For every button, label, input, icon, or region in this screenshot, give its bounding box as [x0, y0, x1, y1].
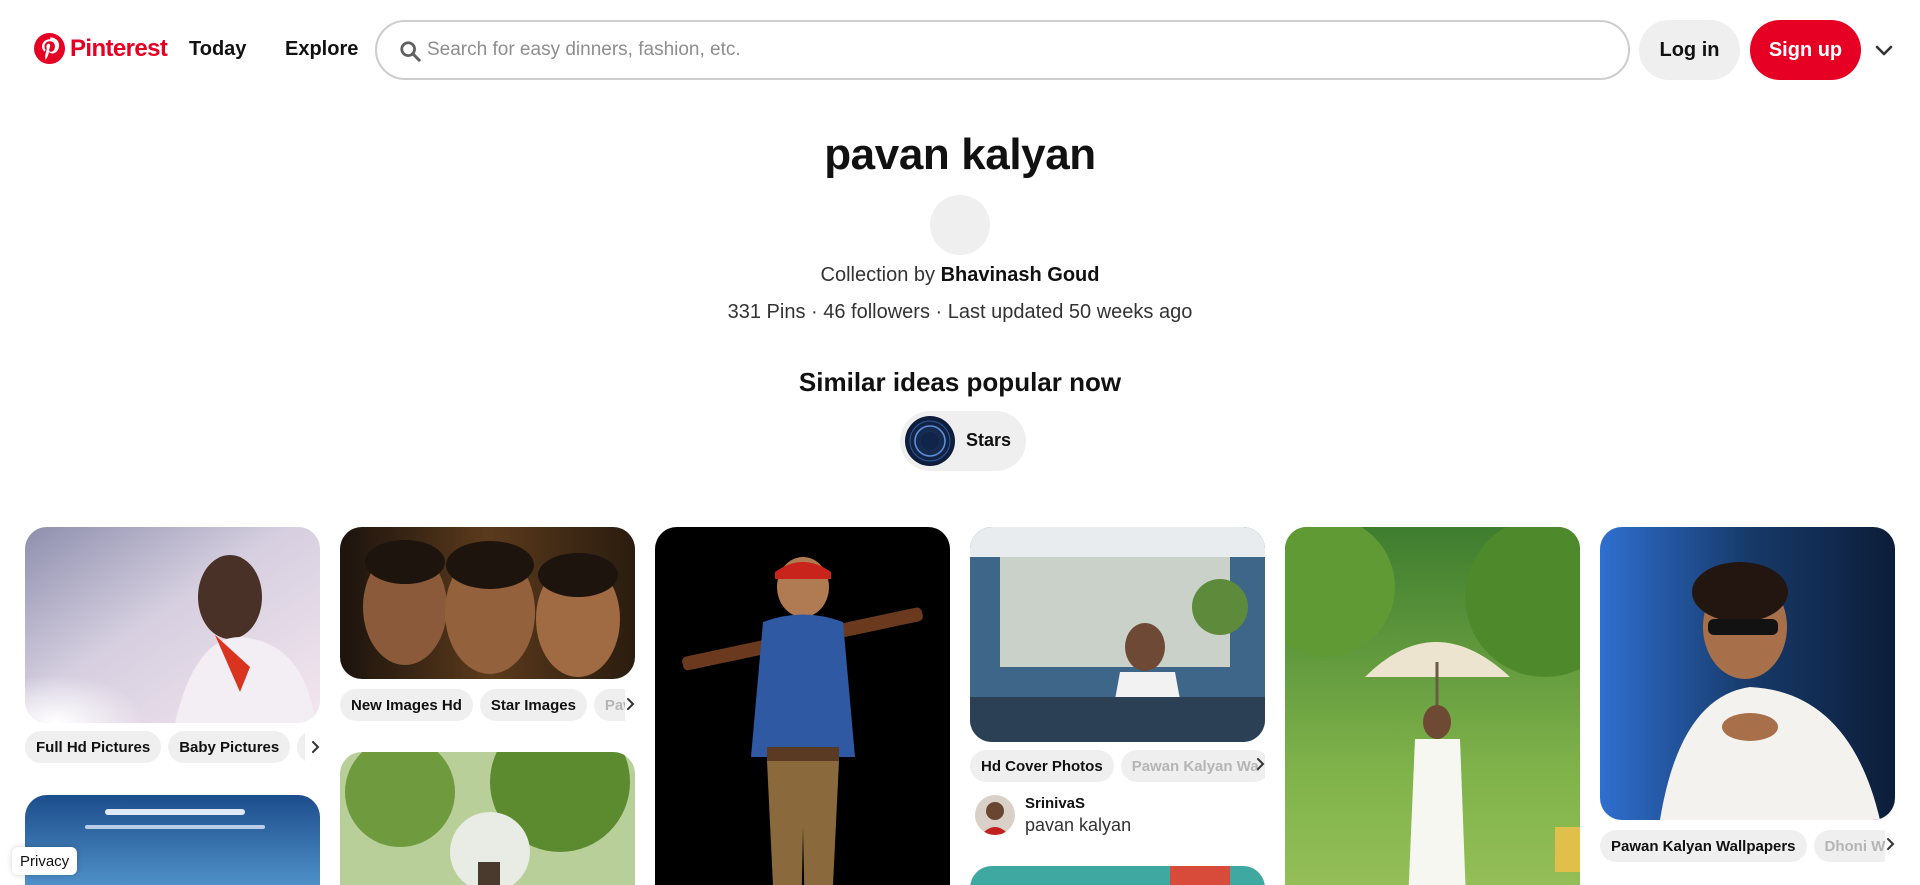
pin-tags: New Images Hd Star Images Paw: [340, 689, 625, 721]
chevron-right-icon[interactable]: [1252, 756, 1268, 772]
pin-tags: Full Hd Pictures Baby Pictures Pa: [25, 731, 305, 763]
chip-label: Stars: [966, 430, 1012, 450]
similar-ideas-heading: Similar ideas popular now: [798, 367, 1122, 397]
privacy-link[interactable]: Privacy: [12, 847, 78, 875]
login-button[interactable]: Log in: [1639, 20, 1740, 80]
search-icon: [400, 41, 421, 62]
owner-name-link[interactable]: Bhavinash Goud: [941, 264, 1100, 286]
chevron-down-icon[interactable]: [1872, 38, 1896, 62]
search-input[interactable]: [427, 22, 1607, 78]
pinner-avatar[interactable]: [975, 795, 1015, 835]
pin-tags: Pawan Kalyan Wallpapers Dhoni W: [1600, 830, 1885, 862]
pin-image[interactable]: [1285, 527, 1580, 885]
owner-avatar[interactable]: [930, 195, 990, 255]
pinner-info[interactable]: SrinivaS pavan kalyan: [975, 793, 1265, 837]
pin-image[interactable]: [1600, 527, 1895, 820]
pin-image[interactable]: [340, 752, 635, 885]
board-stats: 331 Pins · 46 followers · Last updated 5…: [727, 301, 1193, 323]
tag-chip[interactable]: Hd Cover Photos: [970, 750, 1114, 782]
chevron-right-icon[interactable]: [307, 739, 323, 755]
tag-chip[interactable]: Full Hd Pictures: [25, 731, 162, 763]
pin-image[interactable]: [25, 527, 320, 723]
pinner-name[interactable]: SrinivaS: [1025, 795, 1085, 812]
pin-tags: Hd Cover Photos Pawan Kalyan Wa: [970, 750, 1265, 782]
brand-name: Pinterest: [70, 34, 168, 62]
tag-chip[interactable]: Pawan Kalyan Wa: [1120, 750, 1265, 782]
search-bar[interactable]: [375, 20, 1630, 80]
stars-thumbnail-icon: [905, 416, 955, 466]
pin-image[interactable]: [970, 527, 1265, 742]
tag-chip[interactable]: Dhoni W: [1813, 830, 1885, 862]
tag-chip[interactable]: Paw: [593, 689, 625, 721]
tag-chip[interactable]: Star Images: [479, 689, 587, 721]
pinterest-logo-icon: [34, 33, 65, 64]
pin-image[interactable]: [655, 527, 950, 885]
collection-prefix: Collection by: [820, 264, 936, 286]
pinterest-logo-link[interactable]: Pinterest: [34, 33, 168, 64]
tag-chip[interactable]: Pa: [297, 731, 305, 763]
tag-chip[interactable]: Baby Pictures: [168, 731, 291, 763]
nav-today-link[interactable]: Today: [189, 38, 246, 61]
signup-button[interactable]: Sign up: [1750, 20, 1861, 80]
nav-explore-link[interactable]: Explore: [285, 38, 358, 61]
pin-image[interactable]: [970, 866, 1265, 885]
collection-line: Collection by Bhavinash Goud: [0, 264, 1920, 287]
tag-chip[interactable]: New Images Hd: [340, 689, 473, 721]
similar-chip-stars[interactable]: Stars: [900, 411, 1026, 471]
chevron-right-icon[interactable]: [622, 696, 638, 712]
chevron-right-icon[interactable]: [1882, 836, 1898, 852]
pin-image[interactable]: [340, 527, 635, 679]
board-title: pavan kalyan: [824, 130, 1096, 179]
top-nav-bar: Pinterest Today Explore Log in Sign up: [0, 0, 1920, 100]
tag-chip[interactable]: Pawan Kalyan Wallpapers: [1600, 830, 1807, 862]
pinner-board[interactable]: pavan kalyan: [1025, 815, 1131, 836]
